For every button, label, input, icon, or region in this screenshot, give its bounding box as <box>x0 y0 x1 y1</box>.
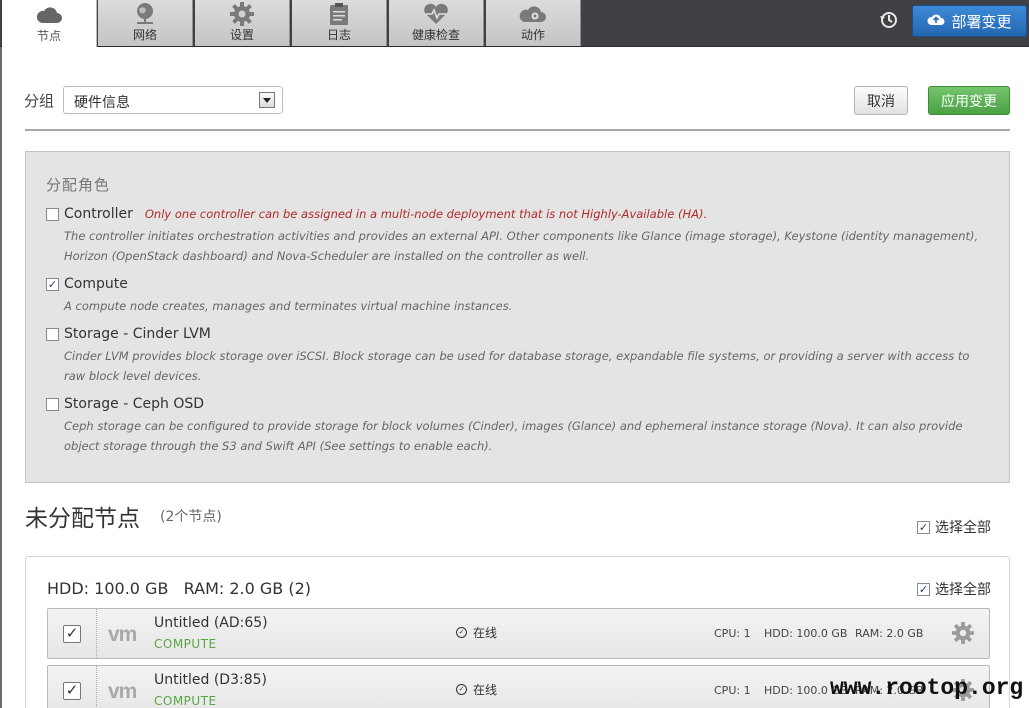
role-ceph-checkbox[interactable] <box>46 397 59 411</box>
deploy-changes-button[interactable]: 部署变更 <box>912 5 1027 37</box>
group-label: 分组 <box>24 92 55 110</box>
role-name: Compute <box>64 276 128 292</box>
apply-changes-button[interactable]: 应用变更 <box>928 86 1010 115</box>
role-ceph-osd: Storage - Ceph OSD Ceph storage can be c… <box>46 395 991 456</box>
role-name: Storage - Cinder LVM <box>64 326 211 342</box>
tab-settings[interactable]: 设置 <box>195 0 290 46</box>
tab-network[interactable]: 网络 <box>98 0 193 46</box>
node-group-title: HDD: 100.0 GB RAM: 2.0 GB (2) <box>47 579 312 598</box>
tab-label: 健康检查 <box>411 28 460 42</box>
gear-icon <box>227 2 257 26</box>
role-description: A compute node creates, manages and term… <box>64 299 513 313</box>
heart-pulse-icon <box>421 2 451 26</box>
tab-nodes[interactable]: 节点 <box>2 0 97 47</box>
cloud-upload-icon <box>927 12 945 30</box>
roles-title: 分配角色 <box>46 176 111 194</box>
vm-logo-icon: vm <box>108 623 137 646</box>
history-button[interactable] <box>873 8 905 36</box>
vm-logo-icon: vm <box>108 680 137 703</box>
unallocated-nodes-title: 未分配节点 <box>25 506 140 532</box>
role-name: Controller <box>64 206 133 222</box>
history-icon <box>879 10 899 34</box>
group-select[interactable]: 硬件信息 <box>63 86 283 114</box>
tab-logs[interactable]: 日志 <box>292 0 387 46</box>
watermark-text: www.rootop.org <box>830 675 1024 701</box>
role-cinder-checkbox[interactable] <box>46 327 59 341</box>
role-description: Cinder LVM provides block storage over i… <box>64 349 970 383</box>
cloud-icon <box>34 3 64 27</box>
role-warning: Only one controller can be assigned in a… <box>144 207 708 221</box>
role-name: Storage - Ceph OSD <box>64 396 205 412</box>
tab-actions[interactable]: 动作 <box>486 0 581 46</box>
select-all-unallocated[interactable]: 选择全部 <box>917 517 991 537</box>
role-controller-checkbox[interactable] <box>46 207 59 221</box>
node-name[interactable]: Untitled (AD:65) <box>154 615 268 631</box>
role-controller: Controller Only one controller can be as… <box>46 205 991 266</box>
network-globe-icon <box>130 2 160 26</box>
node-name[interactable]: Untitled (D3:85) <box>154 672 267 688</box>
select-all-checkbox[interactable] <box>917 520 930 534</box>
node-status: ✓ 在线 <box>456 624 497 641</box>
select-all-group[interactable]: 选择全部 <box>917 579 991 599</box>
node-ram: RAM: 2.0 GB <box>855 627 924 640</box>
top-nav-bar: 节点 网络 设置 日志 健康检查 动作 部署变更 <box>0 0 1029 47</box>
tab-label: 日志 <box>326 28 351 42</box>
node-checkbox[interactable] <box>63 681 81 700</box>
unallocated-nodes-count: (2个节点) <box>160 509 222 525</box>
role-compute: Compute A compute node creates, manages … <box>46 275 991 316</box>
node-settings-gear-icon[interactable] <box>952 622 974 644</box>
role-description: Ceph storage can be configured to provid… <box>64 419 963 453</box>
node-role: COMPUTE <box>154 637 217 651</box>
check-circle-icon: ✓ <box>456 684 467 695</box>
node-cpu: CPU: 1 <box>714 627 751 640</box>
node-hdd: HDD: 100.0 GB <box>764 627 848 640</box>
group-select-value: 硬件信息 <box>74 95 130 111</box>
role-compute-checkbox[interactable] <box>46 277 59 291</box>
node-cpu: CPU: 1 <box>714 684 751 697</box>
node-row[interactable]: vm Untitled (AD:65) COMPUTE ✓ 在线 CPU: 1 … <box>47 608 990 659</box>
deploy-label: 部署变更 <box>951 12 1012 31</box>
chevron-down-icon[interactable] <box>259 92 275 108</box>
select-all-group-label: 选择全部 <box>935 582 991 598</box>
node-status-label: 在线 <box>473 626 498 640</box>
select-all-label: 选择全部 <box>935 520 991 536</box>
node-status-label: 在线 <box>473 683 498 697</box>
node-check-cell <box>48 609 97 658</box>
clipboard-icon <box>324 2 354 26</box>
node-role: COMPUTE <box>154 694 217 708</box>
role-description: The controller initiates orchestration a… <box>64 229 979 263</box>
role-cinder-lvm: Storage - Cinder LVM Cinder LVM provides… <box>46 325 991 386</box>
roles-panel: 分配角色 Controller Only one controller can … <box>25 151 1010 483</box>
tab-label: 设置 <box>229 28 254 42</box>
select-all-group-checkbox[interactable] <box>917 582 930 596</box>
node-check-cell <box>48 666 97 708</box>
tab-label: 动作 <box>520 28 545 42</box>
node-status: ✓ 在线 <box>456 681 497 698</box>
tab-label: 网络 <box>132 28 157 42</box>
node-checkbox[interactable] <box>63 624 81 643</box>
tab-label: 节点 <box>36 29 61 43</box>
divider <box>25 129 1010 131</box>
cloud-gear-icon <box>518 2 548 26</box>
left-border <box>0 47 2 708</box>
cancel-button[interactable]: 取消 <box>854 86 908 115</box>
tab-health-check[interactable]: 健康检查 <box>389 0 484 46</box>
check-circle-icon: ✓ <box>456 627 467 638</box>
